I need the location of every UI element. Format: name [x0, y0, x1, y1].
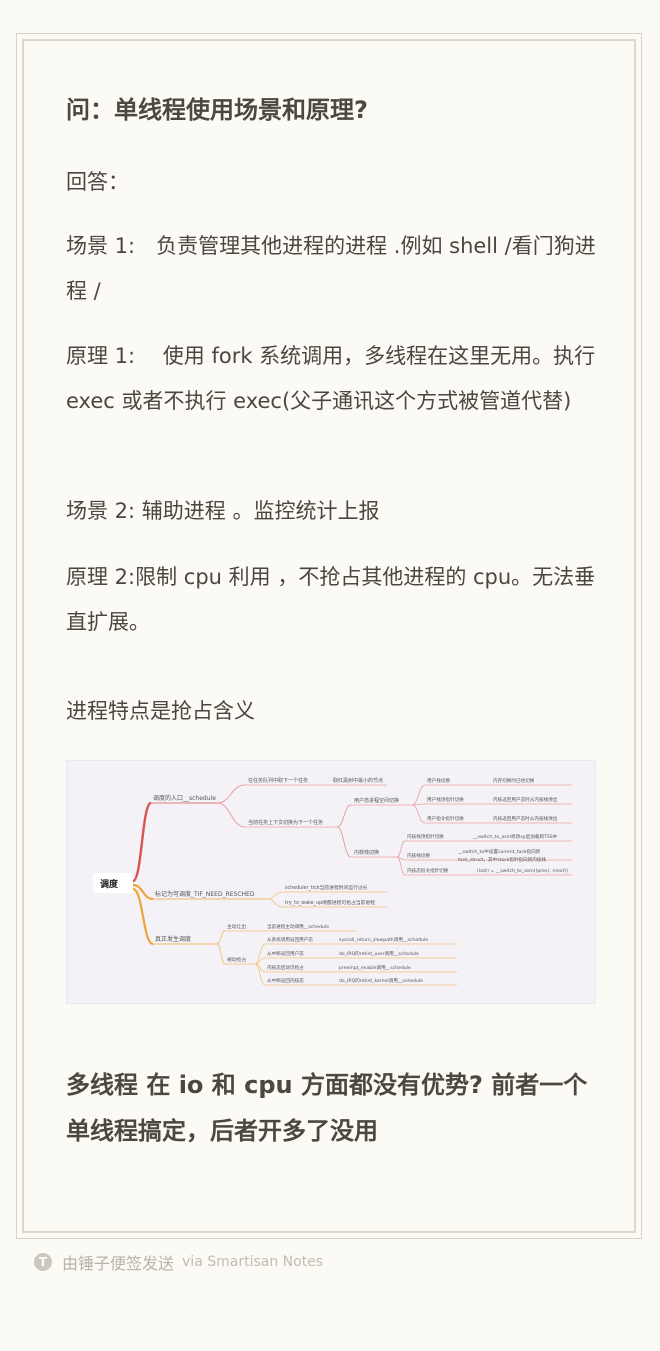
b2-leaf-3: 从中断返回内核态	[267, 977, 304, 984]
b2-leaf-2-detail: preempt_enable调用__schedule	[339, 964, 411, 971]
c0-leaf-0-detail: 内存切换时已经切换	[493, 777, 535, 784]
edge-b2-i1	[216, 943, 226, 965]
c0-leaf-1-detail: 内核返回用户态时从内核栈弹出	[493, 796, 558, 803]
b1-item-0: scheduler_tick当前进程时间运行过长	[285, 884, 368, 891]
b2-leaf-1-detail: do_IRQ的retint_user调用__schedule	[339, 950, 419, 957]
b2-item-1: 被动抢占	[227, 956, 246, 963]
c1-leaf-1-detail-a: __switch_to中设置current_task指向新	[457, 848, 541, 855]
note-title: 问：单线程使用场景和原理?	[66, 96, 368, 124]
edge-b0-i0	[216, 784, 246, 804]
branch-curve-0	[131, 801, 153, 883]
c0-leaf-2: 用户指令指针切换	[427, 815, 464, 822]
edge-b1-i1	[266, 898, 284, 908]
edge-c1	[336, 826, 352, 858]
edge-c0	[336, 804, 352, 828]
edge-b1-i0	[266, 891, 284, 900]
process-feature: 进程特点是抢占含义	[66, 699, 255, 723]
b2-leaf-2: 内核态启动可抢占	[267, 964, 304, 971]
c0-label: 用户态进程空间切换	[354, 797, 399, 804]
b2-leaf-1: 从中断返回用户态	[267, 950, 304, 957]
footer-via: via Smartisan Notes	[182, 1254, 324, 1270]
bottom-heading: 多线程 在 io 和 cpu 方面都没有优势? 前者一个单线程搞定，后者开多了没…	[66, 1071, 588, 1145]
c0-leaf-2-detail: 内核返回用户态时从内核栈弹出	[493, 815, 558, 822]
footer: T 由锤子便签发送 via Smartisan Notes	[34, 1250, 323, 1274]
b0-item-1: 当前任务上下文切换为下一个任务	[248, 819, 323, 826]
smartisan-logo-icon: T	[34, 1253, 52, 1271]
c1-leaf-2: 内核态指令指针切换	[407, 867, 449, 874]
c1-label: 内核栈切换	[354, 849, 379, 856]
footer-text: 由锤子便签发送	[62, 1254, 175, 1273]
b0-item-0-detail: 取红黑树中最小的节点	[333, 777, 383, 784]
b2-item-0-leaf: 当前进程主动调用__schedule	[267, 923, 329, 930]
b0-item-0: 在任务队列中取下一个任务	[248, 777, 308, 784]
mindmap-diagram: 调度 调度的入口__schedule 在任务队列中取下一个任务 取红黑树中最小的节点当…	[93, 777, 572, 986]
edge-b0-i1	[216, 802, 246, 828]
principle-1: 原理 1: 使用 fork 系统调用，多线程在这里无用。执行 exec 或者不执…	[66, 344, 596, 413]
b2-leaf-3-detail: do_IRQ的retint_kernel调用__schedule	[339, 977, 423, 984]
scheduling-mindmap-image: 调度 调度的入口__schedule 在任务队列中取下一个任务 取红黑树中最小的节点当…	[66, 760, 596, 1004]
c0-leaf-0: 用户栈切换	[427, 777, 450, 784]
branch-label-2: 真正发生调度	[155, 935, 191, 943]
b2-leaf-0: 从系统调用返回用户态	[267, 936, 313, 943]
c1-leaf-0: 内核栈顶指针切换	[407, 833, 444, 840]
edge-c1-l0	[396, 840, 406, 858]
edge-c0-l2	[411, 804, 426, 824]
edge-b2-l3	[254, 963, 266, 986]
branch-label-0: 调度的入口__schedule	[153, 794, 216, 802]
edge-c0-l0	[411, 784, 426, 806]
c0-leaf-1: 用户栈顶指针切换	[427, 796, 464, 803]
scenario-1: 场景 1: 负责管理其他进程的进程 .例如 shell /看门狗进程 /	[66, 234, 596, 303]
principle-2: 原理 2:限制 cpu 利用 ，不抢占其他进程的 cpu。无法垂直扩展。	[66, 565, 596, 634]
c1-leaf-1: 内核栈切换	[407, 852, 430, 859]
b2-item-0: 主动让出	[227, 923, 246, 930]
branch-label-1: 标记为可调度_TIF_NEED_RESCHED	[155, 890, 255, 898]
b1-item-1: try_to_wake_up唤醒进程可抢占当前进程	[285, 899, 375, 906]
answer-label: 回答：	[66, 170, 129, 194]
c1-leaf-1-detail-b: task_struct，其中stack指针指向新内核栈	[458, 856, 546, 863]
b2-leaf-0-detail: syscall_return_slowpath调用__schedule	[339, 936, 428, 943]
edge-b2-i0	[216, 930, 226, 945]
c1-leaf-0-detail: __switch_to_asm修改sp后加载到TSS中	[472, 833, 558, 840]
scenario-2: 场景 2: 辅助进程 。监控统计上报	[66, 499, 380, 523]
c1-leaf-2-detail: (last) = __switch_to_asm((prev), (next))	[477, 868, 568, 874]
mindmap-root: 调度	[100, 878, 119, 890]
